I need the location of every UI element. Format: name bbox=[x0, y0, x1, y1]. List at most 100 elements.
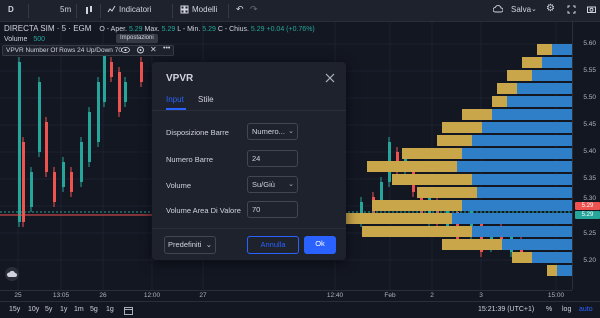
log-toggle[interactable]: log bbox=[562, 306, 571, 313]
divider bbox=[172, 4, 173, 18]
cloud-icon[interactable] bbox=[5, 267, 19, 281]
chevron-down-icon[interactable]: ⌄ bbox=[531, 5, 537, 13]
range-button[interactable]: 1g bbox=[106, 306, 114, 313]
volume-profile-down bbox=[392, 174, 472, 185]
candle-body bbox=[380, 182, 383, 202]
volume-profile-up bbox=[452, 213, 572, 224]
bottom-toolbar: 15y 10y 5y 1y 1m 5g 1g 15:21:39 (UTC+1) … bbox=[0, 301, 600, 318]
close-icon[interactable] bbox=[324, 72, 336, 84]
range-button[interactable]: 1y bbox=[60, 306, 67, 313]
volume-profile-up bbox=[532, 252, 572, 263]
range-button[interactable]: 1m bbox=[74, 306, 84, 313]
close-label: C - Chius. bbox=[217, 26, 249, 33]
candle-body bbox=[124, 82, 127, 102]
logo[interactable]: D bbox=[8, 5, 14, 14]
fullscreen-icon[interactable] bbox=[567, 5, 576, 16]
value-area-input[interactable]: 70 bbox=[247, 201, 298, 218]
current-price-badge: 5.29 bbox=[575, 211, 600, 219]
volume-profile-up bbox=[457, 161, 572, 172]
divider bbox=[100, 4, 101, 18]
volume-profile-down bbox=[442, 122, 482, 133]
volume-profile-up bbox=[472, 226, 572, 237]
layout-select[interactable]: Numero... ⌄ bbox=[247, 123, 298, 140]
rows-number-input[interactable]: 24 bbox=[247, 150, 298, 167]
auto-toggle[interactable]: auto bbox=[579, 306, 593, 313]
volume-profile-up bbox=[462, 200, 572, 211]
date-range-icon[interactable] bbox=[124, 306, 133, 317]
price-tick: 5.25 bbox=[583, 230, 596, 237]
cloud-icon[interactable] bbox=[492, 5, 504, 15]
interval-button[interactable]: 5m bbox=[60, 5, 71, 14]
time-tick: 13:05 bbox=[52, 292, 70, 299]
symbol-name[interactable]: DIRECTA SIM · 5 · EGM bbox=[4, 24, 91, 33]
settings-icon[interactable] bbox=[136, 46, 145, 56]
volume-profile-down bbox=[362, 226, 472, 237]
redo-icon[interactable]: ↷ bbox=[250, 4, 258, 15]
dialog-title: VPVR bbox=[166, 73, 194, 84]
volume-profile-down bbox=[507, 70, 532, 81]
divider bbox=[76, 4, 77, 18]
volume-select-value: Su/Giù bbox=[252, 180, 275, 189]
volume-profile-up bbox=[482, 122, 572, 133]
range-button[interactable]: 10y bbox=[28, 306, 39, 313]
price-axis[interactable]: 5.60 5.55 5.50 5.45 5.40 5.35 5.30 5.25 … bbox=[572, 22, 600, 290]
more-icon[interactable]: ••• bbox=[163, 45, 170, 52]
price-tick: 5.35 bbox=[583, 175, 596, 182]
volume-label: Volume bbox=[4, 36, 28, 43]
price-tick: 5.20 bbox=[583, 257, 596, 264]
tab-style[interactable]: Stile bbox=[198, 95, 214, 104]
volume-profile-up bbox=[472, 135, 572, 146]
volume-profile-up bbox=[557, 265, 572, 276]
defaults-button[interactable]: Predefiniti ⌄ bbox=[164, 236, 216, 254]
templates-button[interactable]: Modelli bbox=[192, 5, 217, 14]
divider bbox=[152, 228, 346, 229]
range-button[interactable]: 5y bbox=[45, 306, 52, 313]
volume-profile-down bbox=[417, 187, 477, 198]
range-button[interactable]: 15y bbox=[9, 306, 20, 313]
templates-icon[interactable] bbox=[180, 5, 189, 16]
indicators-icon[interactable] bbox=[107, 5, 116, 16]
ok-button[interactable]: Ok bbox=[304, 236, 336, 254]
volume-profile-up bbox=[542, 57, 572, 68]
row-label: Volume bbox=[166, 181, 192, 190]
tab-input[interactable]: Input bbox=[166, 95, 184, 104]
gear-icon[interactable]: ⚙ bbox=[546, 3, 555, 14]
volume-profile-up bbox=[502, 239, 572, 250]
row-label: Volume Area Di Valore bbox=[166, 206, 241, 215]
volume-profile-up bbox=[507, 96, 572, 107]
indicators-button[interactable]: Indicatori bbox=[119, 5, 151, 14]
cancel-button[interactable]: Annulla bbox=[247, 236, 299, 254]
time-tick: 15:00 bbox=[547, 292, 565, 299]
low-label: L - Min. bbox=[177, 26, 201, 33]
candle-body bbox=[45, 122, 48, 172]
range-button[interactable]: 5g bbox=[90, 306, 98, 313]
clock-time[interactable]: 15:21:39 (UTC+1) bbox=[478, 306, 534, 313]
time-tick: 12:00 bbox=[143, 292, 161, 299]
time-axis[interactable]: 25 13:05 26 12:00 27 12:40 Feb 2 3 15:00 bbox=[0, 290, 572, 301]
defaults-label: Predefiniti bbox=[168, 240, 202, 249]
eye-icon[interactable] bbox=[121, 46, 130, 56]
percent-toggle[interactable]: % bbox=[546, 306, 552, 313]
row-label: Numero Barre bbox=[166, 155, 214, 164]
time-tick: 12:40 bbox=[326, 292, 344, 299]
save-button[interactable]: Salva bbox=[511, 5, 531, 14]
time-tick: 26 bbox=[99, 292, 107, 299]
chart-type-icon[interactable] bbox=[84, 5, 94, 18]
chevron-down-icon: ⌄ bbox=[288, 181, 294, 188]
volume-profile-up bbox=[532, 70, 572, 81]
volume-profile-down bbox=[402, 148, 462, 159]
indicator-legend-vpvr[interactable]: VPVR Number Of Rows 24 Up/Down 70 ✕ ••• bbox=[2, 45, 174, 56]
close-value: 5.29 bbox=[250, 26, 265, 33]
volume-profile-down bbox=[462, 109, 492, 120]
volume-profile-up bbox=[517, 83, 572, 94]
candle-body bbox=[118, 72, 121, 112]
undo-icon[interactable]: ↶ bbox=[236, 4, 244, 15]
camera-icon[interactable] bbox=[587, 5, 596, 15]
close-icon[interactable]: ✕ bbox=[150, 45, 157, 54]
volume-profile-down bbox=[372, 200, 462, 211]
volume-select[interactable]: Su/Giù ⌄ bbox=[247, 176, 298, 193]
volume-profile-down bbox=[442, 239, 502, 250]
candle-body bbox=[97, 82, 100, 142]
time-tick: 25 bbox=[14, 292, 22, 299]
last-price-badge: 5.29 bbox=[575, 202, 600, 210]
